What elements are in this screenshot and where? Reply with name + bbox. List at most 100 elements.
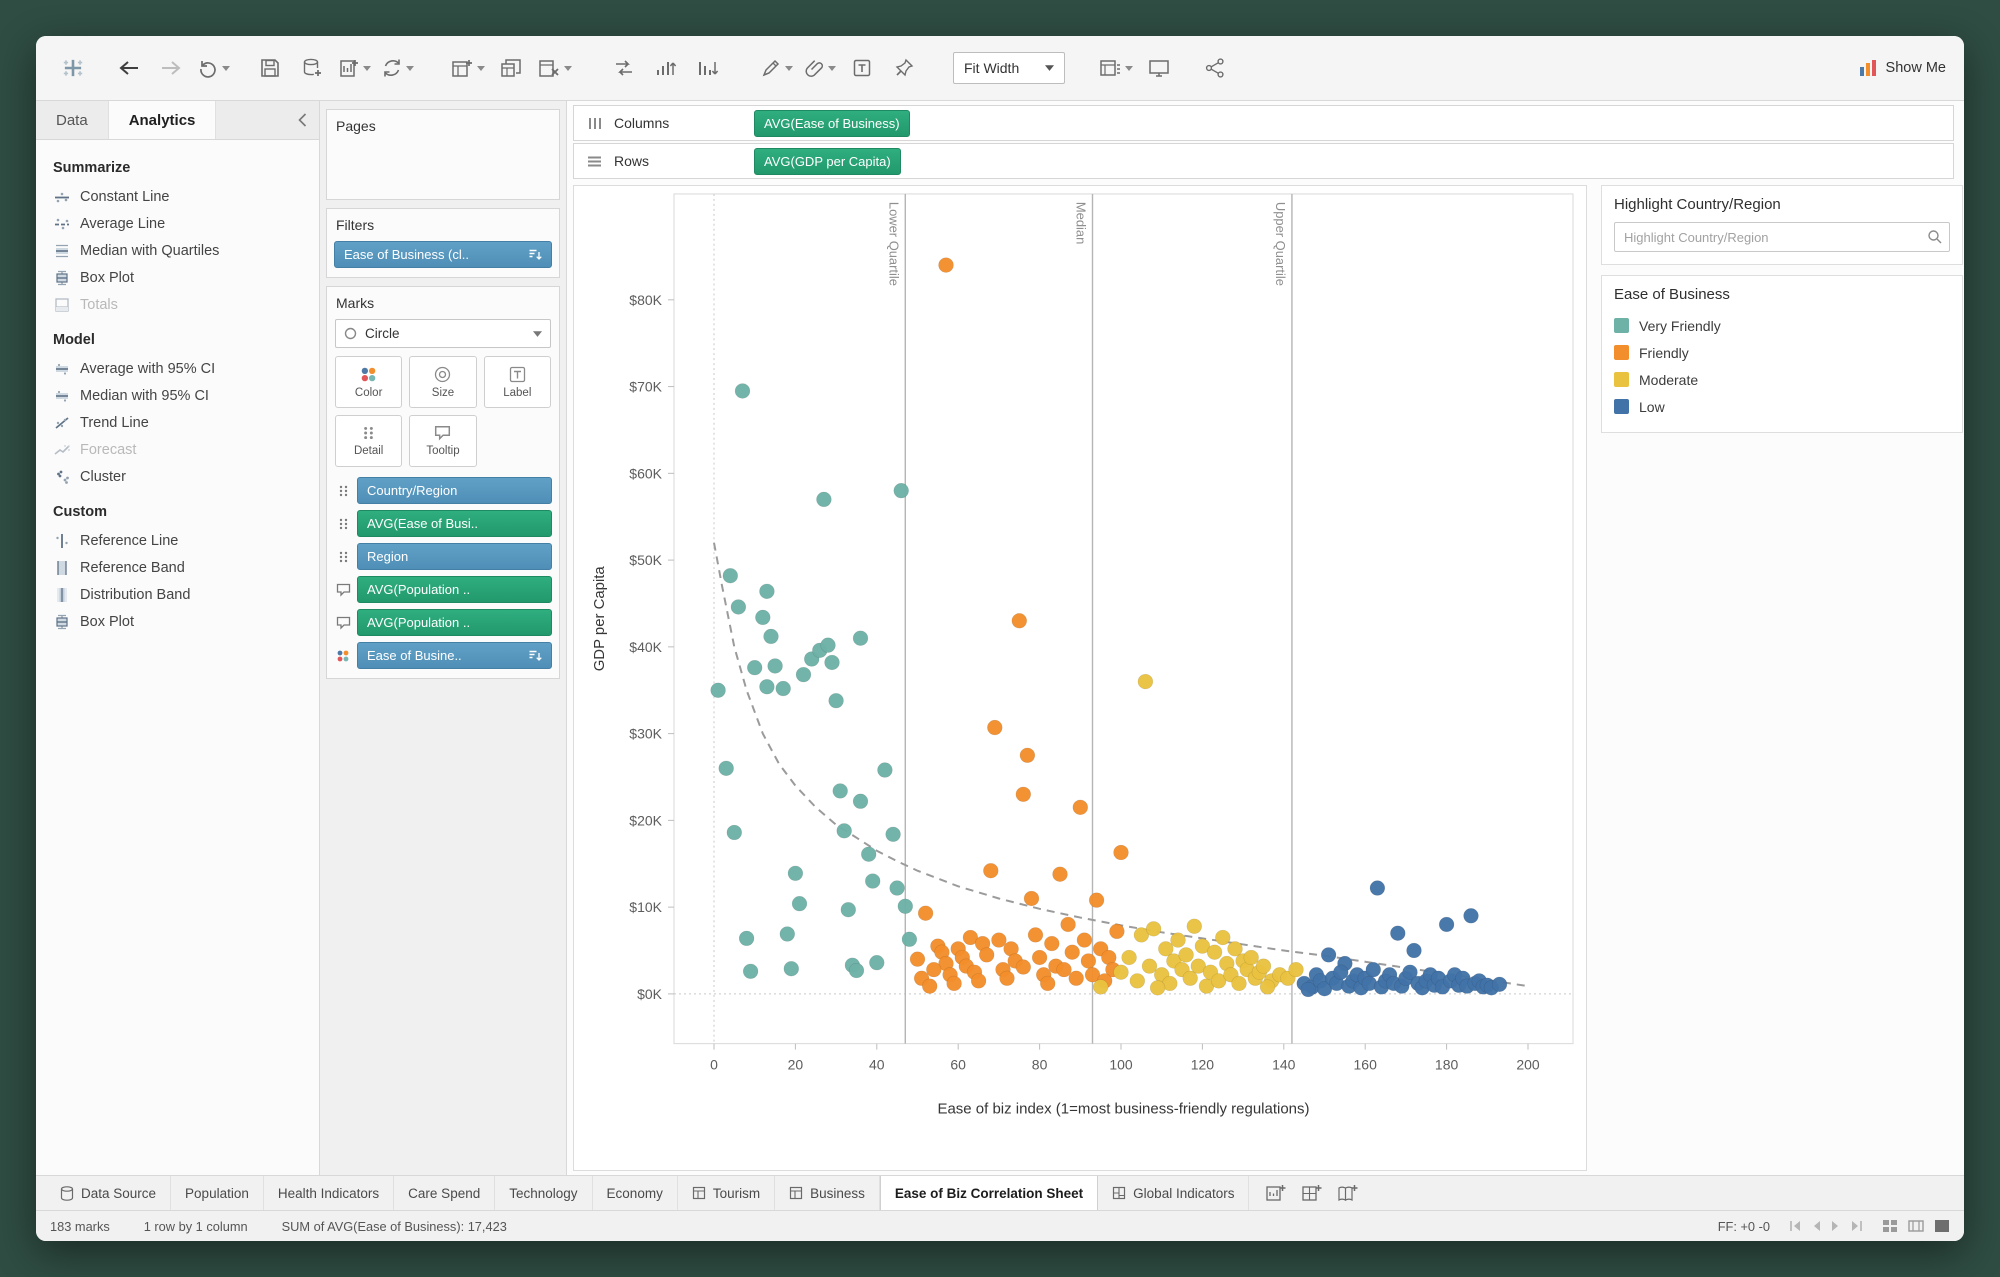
- analytics-item-average-line[interactable]: Average Line: [36, 210, 319, 237]
- scatter-point[interactable]: [991, 932, 1007, 948]
- last-page-icon[interactable]: [1850, 1220, 1864, 1232]
- new-dashboard-tab-button[interactable]: [1301, 1183, 1323, 1203]
- scatter-point[interactable]: [1076, 932, 1093, 948]
- analytics-item-trend-line[interactable]: Trend Line: [36, 409, 319, 436]
- scatter-point[interactable]: [734, 383, 751, 399]
- sheet-tab-tourism[interactable]: Tourism: [678, 1176, 776, 1210]
- scatter-point[interactable]: [722, 568, 739, 584]
- mark-pill-5[interactable]: Ease of Busine..: [357, 642, 552, 669]
- scatter-point[interactable]: [970, 973, 987, 989]
- prev-page-icon[interactable]: [1810, 1220, 1822, 1232]
- new-worksheet-tab-button[interactable]: [1265, 1183, 1287, 1203]
- first-page-icon[interactable]: [1788, 1220, 1802, 1232]
- analytics-item-box-plot[interactable]: Box Plot: [36, 608, 319, 635]
- replay-button[interactable]: [194, 50, 233, 86]
- scatter-point[interactable]: [820, 637, 836, 653]
- scatter-point[interactable]: [1320, 947, 1337, 963]
- analytics-item-box-plot[interactable]: Box Plot: [36, 264, 319, 291]
- scatter-point[interactable]: [1092, 979, 1109, 995]
- scatter-point[interactable]: [1406, 942, 1422, 959]
- label-button[interactable]: Label: [483, 356, 551, 408]
- scatter-point[interactable]: [901, 931, 918, 947]
- scatter-point[interactable]: [917, 905, 934, 921]
- legend-item-very-friendly[interactable]: Very Friendly: [1614, 312, 1950, 339]
- detail-button[interactable]: Detail: [335, 415, 403, 467]
- scatter-point[interactable]: [1365, 961, 1381, 978]
- scatter-point[interactable]: [1027, 927, 1044, 943]
- scatter-point[interactable]: [1390, 925, 1406, 941]
- scatter-point[interactable]: [926, 961, 942, 978]
- analytics-item-median-with-95-ci[interactable]: Median with 95% CI: [36, 382, 319, 409]
- mark-pill-0[interactable]: Country/Region: [357, 477, 552, 504]
- legend-item-low[interactable]: Low: [1614, 393, 1950, 420]
- presentation-mode-button[interactable]: [1140, 50, 1178, 86]
- columns-shelf[interactable]: Columns AVG(Ease of Business): [573, 105, 1954, 141]
- scatter-point[interactable]: [1040, 975, 1056, 992]
- add-data-button[interactable]: [293, 50, 331, 86]
- highlight-button[interactable]: [757, 50, 796, 86]
- scatter-point[interactable]: [1438, 916, 1455, 933]
- scatter-point[interactable]: [852, 793, 869, 809]
- scatter-point[interactable]: [869, 954, 885, 971]
- scatter-point[interactable]: [710, 682, 726, 698]
- new-sheet-alt-button[interactable]: [447, 50, 488, 86]
- scatter-point[interactable]: [1170, 932, 1186, 948]
- scatter-point[interactable]: [726, 824, 743, 841]
- scatter-point[interactable]: [1463, 908, 1479, 924]
- scatter-point[interactable]: [763, 628, 779, 645]
- scatter-point[interactable]: [1288, 961, 1304, 978]
- scatter-point[interactable]: [1231, 975, 1247, 992]
- filters-shelf[interactable]: Filters Ease of Business (cl..: [326, 208, 560, 278]
- scatter-point[interactable]: [783, 961, 800, 977]
- show-labels-button[interactable]: [843, 50, 881, 86]
- mark-pill-3[interactable]: AVG(Population ..: [357, 576, 552, 603]
- scatter-point[interactable]: [897, 898, 913, 914]
- scatter-point[interactable]: [1186, 918, 1202, 934]
- scatter-point[interactable]: [1015, 786, 1031, 802]
- scatter-point[interactable]: [795, 666, 812, 683]
- scatter-point[interactable]: [979, 947, 995, 963]
- sheet-tab-data-source[interactable]: Data Source: [46, 1176, 172, 1210]
- scatter-point[interactable]: [946, 975, 962, 992]
- scatter-point[interactable]: [877, 762, 893, 778]
- mark-pill-2[interactable]: Region: [357, 543, 552, 570]
- show-me-button[interactable]: Show Me: [1858, 59, 1946, 77]
- scatter-point[interactable]: [1113, 844, 1129, 861]
- scatter-point[interactable]: [1369, 880, 1386, 896]
- sheet-tab-health-indicators[interactable]: Health Indicators: [264, 1176, 395, 1210]
- scatter-point[interactable]: [909, 951, 926, 967]
- scatter-point[interactable]: [775, 680, 791, 697]
- scatter-point[interactable]: [889, 880, 905, 896]
- duplicate-sheet-button[interactable]: [492, 50, 530, 86]
- scatter-point[interactable]: [791, 895, 808, 912]
- sheet-tab-economy[interactable]: Economy: [593, 1176, 678, 1210]
- columns-pill[interactable]: AVG(Ease of Business): [754, 109, 910, 137]
- scatter-point[interactable]: [1019, 747, 1036, 763]
- scatter-point[interactable]: [1031, 949, 1048, 966]
- analytics-item-median-with-quartiles[interactable]: Median with Quartiles: [36, 237, 319, 264]
- mark-pill-1[interactable]: AVG(Ease of Busi..: [357, 510, 552, 537]
- scatter-point[interactable]: [1060, 916, 1076, 933]
- mark-type-dropdown[interactable]: Circle: [335, 319, 551, 348]
- scatter-point[interactable]: [824, 654, 840, 671]
- size-button[interactable]: Size: [409, 356, 477, 408]
- tab-data[interactable]: Data: [36, 101, 109, 139]
- scatter-point[interactable]: [779, 926, 796, 942]
- sheet-view-icon[interactable]: [1934, 1219, 1950, 1233]
- color-button[interactable]: Color: [335, 356, 403, 408]
- scatter-point[interactable]: [999, 970, 1015, 986]
- analytics-item-reference-band[interactable]: Reference Band: [36, 554, 319, 581]
- scatter-point[interactable]: [730, 599, 747, 615]
- sheet-tab-care-spend[interactable]: Care Spend: [394, 1176, 496, 1210]
- scatter-point[interactable]: [738, 930, 755, 947]
- scatter-point[interactable]: [747, 659, 763, 676]
- scatter-point[interactable]: [1052, 866, 1068, 882]
- tab-analytics[interactable]: Analytics: [108, 101, 217, 139]
- scatter-point[interactable]: [1023, 890, 1040, 907]
- scatter-point[interactable]: [1072, 799, 1088, 816]
- sort-descending-button[interactable]: [689, 50, 727, 86]
- scatter-point[interactable]: [1137, 673, 1154, 690]
- sheet-tab-technology[interactable]: Technology: [495, 1176, 593, 1210]
- scatter-point[interactable]: [836, 823, 852, 839]
- scatter-point[interactable]: [852, 630, 869, 646]
